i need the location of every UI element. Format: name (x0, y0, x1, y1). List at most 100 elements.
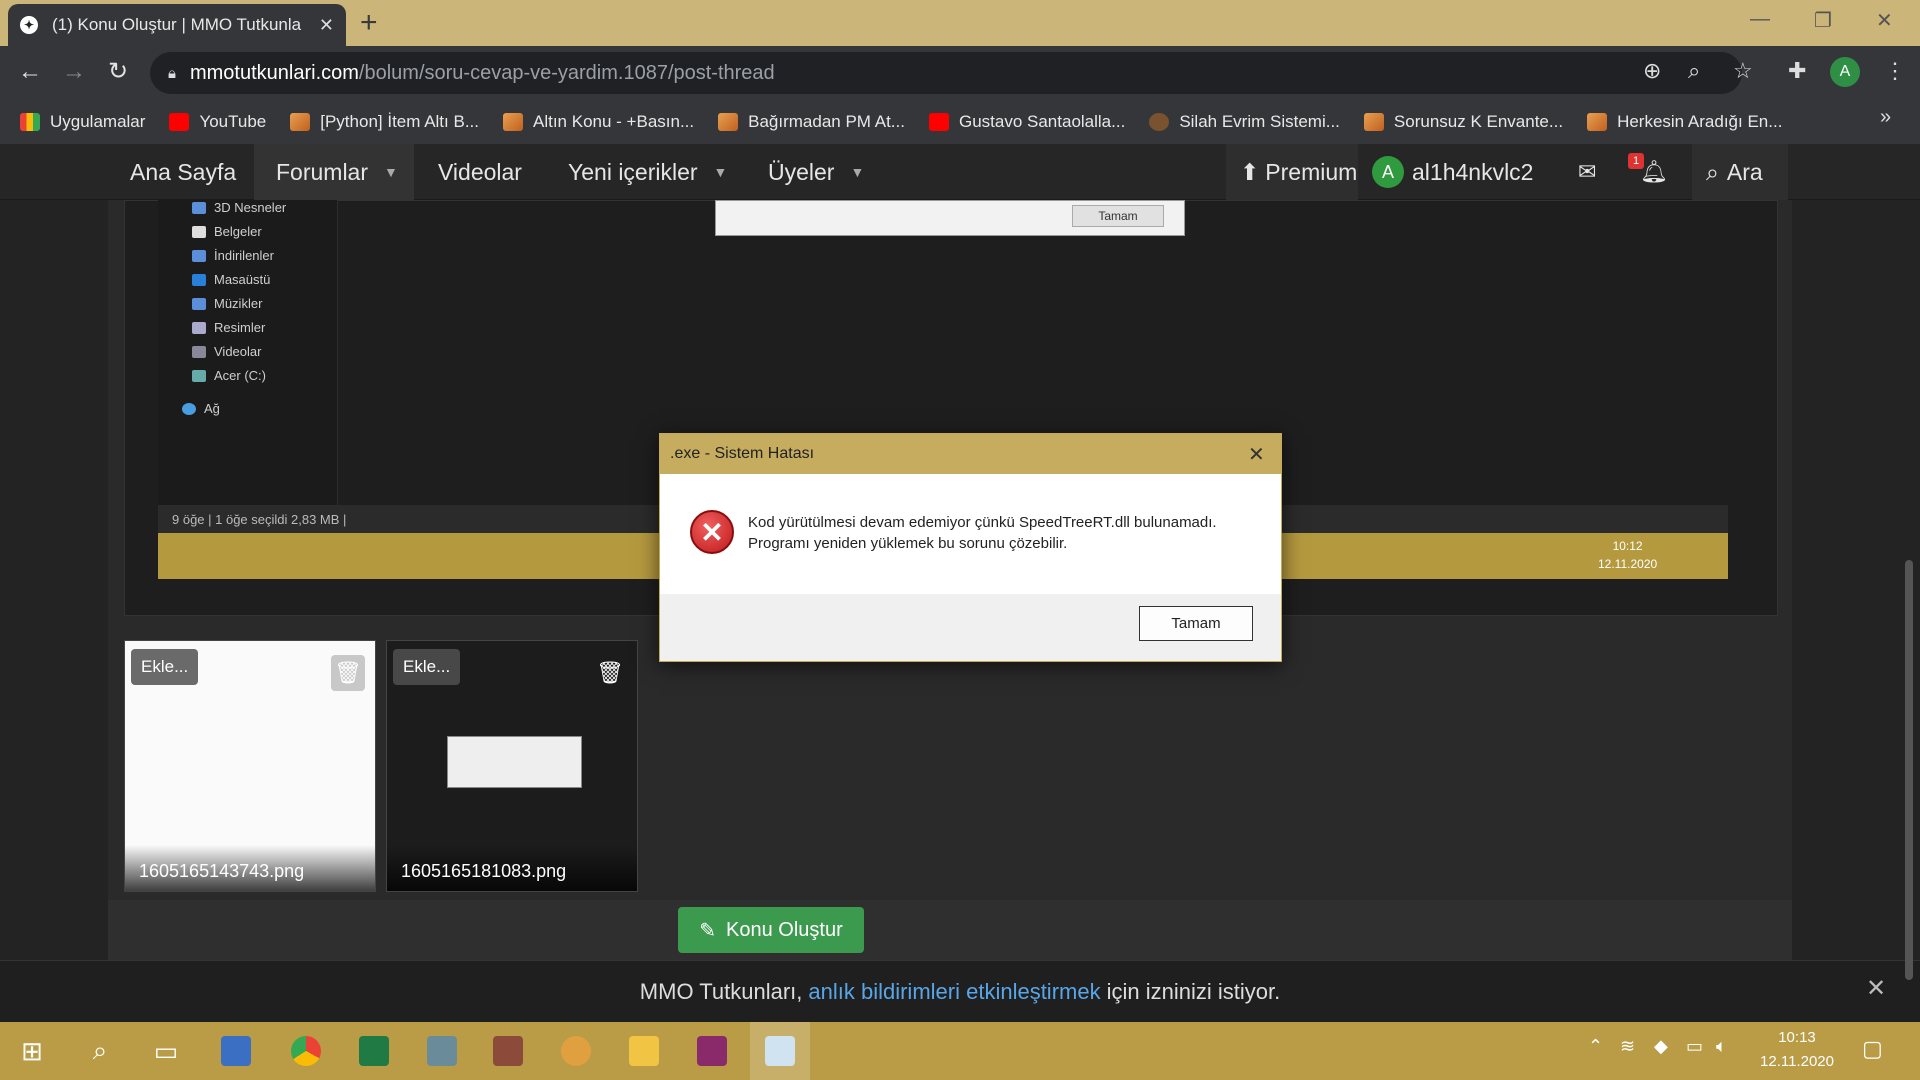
embedded-dialog: Tamam (715, 200, 1185, 236)
explorer-item: Belgeler (192, 224, 262, 239)
bookmark-item[interactable]: Gustavo Santaolalla... (928, 112, 1125, 132)
minimize-icon[interactable]: — (1750, 8, 1770, 31)
extensions-icon[interactable]: ✚ (1788, 58, 1806, 84)
music-icon (192, 297, 206, 310)
volume-icon[interactable]: 🔈︎ (1716, 1036, 1727, 1057)
reload-icon[interactable]: ↻ (108, 58, 128, 86)
dialog-close-icon[interactable]: ✕ (1248, 442, 1265, 467)
profile-avatar[interactable]: A (1830, 57, 1860, 87)
windows-start-icon[interactable]: ⊞ (2, 1022, 62, 1080)
attachment-thumb[interactable]: Ekle... 🗑︎ 1605165181083.png (386, 640, 638, 892)
browser-icon[interactable] (546, 1022, 606, 1080)
chevron-down-icon[interactable]: ▼ (850, 164, 864, 180)
tab-close-icon[interactable]: ✕ (319, 15, 334, 36)
chevron-down-icon[interactable]: ▼ (384, 164, 398, 180)
bookmark-item[interactable]: Herkesin Aradığı En... (1587, 112, 1782, 132)
excel-icon[interactable] (344, 1022, 404, 1080)
edit-icon: ✎ (699, 919, 717, 942)
close-icon[interactable]: ✕ (1866, 974, 1886, 1003)
bookmarks-overflow-icon[interactable]: » (1880, 106, 1891, 129)
action-center-icon[interactable]: ▢ (1862, 1036, 1883, 1062)
insert-button[interactable]: Ekle... (393, 649, 461, 685)
nav-premium[interactable]: ⬆ Premium (1226, 144, 1358, 200)
browser-tab[interactable]: ✦ (1) Konu Oluştur | MMO Tutkunla ✕ (8, 4, 346, 46)
bookmark-star-icon[interactable]: ☆ (1733, 58, 1753, 84)
battery-icon[interactable]: ▭ (1686, 1036, 1703, 1057)
error-icon: ✕ (690, 510, 734, 554)
chevron-down-icon[interactable]: ▼ (714, 164, 728, 180)
search-icon: ⌕ (1706, 158, 1719, 185)
restore-icon[interactable]: ❐ (1814, 8, 1832, 33)
folder-icon (192, 201, 206, 214)
explorer-item-label: Belgeler (214, 224, 262, 239)
attachment-thumb[interactable]: Ekle... 🗑︎ 1605165143743.png (124, 640, 376, 892)
bookmark-item[interactable]: [Python] İtem Altı B... (290, 112, 479, 132)
insert-button[interactable]: Ekle... (131, 649, 199, 685)
forward-icon[interactable]: → (62, 58, 86, 86)
menu-icon[interactable]: ⋮ (1884, 58, 1906, 84)
search-icon[interactable]: ⌕ (70, 1022, 130, 1080)
chrome-icon[interactable] (276, 1022, 336, 1080)
embedded-time: 10:12 (1612, 539, 1643, 553)
app-icon[interactable] (412, 1022, 472, 1080)
bookmark-item[interactable]: Sorunsuz K Envante... (1363, 112, 1564, 132)
bookmark-item[interactable]: Silah Evrim Sistemi... (1149, 112, 1340, 132)
notif-text-after: için izninizi istiyor. (1106, 978, 1281, 1004)
bookmark-item[interactable]: Bağırmadan PM At... (718, 112, 905, 132)
youtube-icon (928, 113, 949, 131)
address-bar[interactable]: 🔒︎ mmotutkunlari.com/bolum/soru-cevap-ve… (150, 52, 1742, 94)
clock-date: 12.11.2020 (1760, 1053, 1834, 1070)
nav-search[interactable]: ⌕ Ara (1692, 144, 1788, 200)
trash-icon[interactable]: 🗑︎ (331, 655, 365, 691)
explorer-item: Masaüstü (192, 272, 270, 287)
security-icon[interactable]: ◆ (1654, 1036, 1668, 1057)
nav-members-label: Üyeler (768, 158, 835, 185)
inbox-icon[interactable]: ✉ (1578, 144, 1596, 200)
window-close-icon[interactable]: ✕ (1876, 8, 1893, 33)
nav-new-content[interactable]: Yeni içerikler ▼ (568, 144, 727, 200)
new-tab-button[interactable]: + (360, 8, 378, 38)
explorer-item: İndirilenler (192, 248, 274, 263)
ok-button[interactable]: Tamam (1139, 606, 1253, 641)
dialog-message-line: Programı yeniden yüklemek bu sorunu çöze… (748, 535, 1068, 552)
clock-time: 10:13 (1778, 1029, 1816, 1046)
mmo-favicon-icon (1587, 113, 1608, 131)
task-view-icon[interactable]: ▭ (136, 1022, 196, 1080)
push-notification-banner: MMO Tutkunları, anlık bildirimleri etkin… (0, 960, 1920, 1022)
user-menu[interactable]: Aal1h4nkvlc2 (1372, 144, 1533, 200)
bookmark-item[interactable]: Uygulamalar (20, 112, 145, 132)
bookmark-item[interactable]: Altın Konu - +Basın... (503, 112, 694, 132)
create-thread-button[interactable]: ✎ Konu Oluştur (678, 907, 864, 953)
install-icon[interactable]: ⊕ (1643, 58, 1661, 84)
wifi-icon[interactable]: ≋ (1620, 1036, 1635, 1057)
taskbar-clock[interactable]: 10:13 12.11.2020 (1742, 1026, 1852, 1074)
zoom-icon[interactable]: ⌕ (1688, 58, 1700, 84)
bell-icon[interactable]: 🔔︎ (1640, 144, 1668, 200)
trash-icon[interactable]: 🗑︎ (593, 655, 627, 691)
url-path: /bolum/soru-cevap-ve-yardim.1087/post-th… (358, 61, 775, 84)
bookmark-label: Altın Konu - +Basın... (533, 112, 695, 131)
nav-forums-label: Forumlar (276, 158, 369, 185)
network-app-icon[interactable] (206, 1022, 266, 1080)
notif-text-before: MMO Tutkunları, (639, 978, 803, 1004)
enable-notifications-link[interactable]: anlık bildirimleri etkinleştirmek (808, 979, 1100, 1005)
bookmark-label: Sorunsuz K Envante... (1393, 112, 1564, 131)
nav-forums[interactable]: Forumlar ▼ (254, 144, 414, 200)
desktop-icon (192, 273, 206, 286)
window-app-icon[interactable] (750, 1022, 810, 1080)
explorer-item: Videolar (192, 344, 261, 359)
nav-members[interactable]: Üyeler ▼ (768, 144, 864, 200)
winrar-icon[interactable] (682, 1022, 742, 1080)
bookmark-label: Uygulamalar (50, 112, 146, 131)
nav-videos[interactable]: Videolar (438, 144, 522, 200)
chevron-up-icon[interactable]: ⌃ (1588, 1036, 1603, 1057)
game-icon[interactable] (478, 1022, 538, 1080)
dialog-message: Kod yürütülmesi devam edemiyor çünkü Spe… (748, 512, 1248, 554)
bookmark-item[interactable]: YouTube (169, 112, 266, 132)
back-icon[interactable]: ← (18, 58, 42, 86)
page-scrollbar[interactable] (1905, 560, 1913, 980)
file-explorer-icon[interactable] (614, 1022, 674, 1080)
nav-home[interactable]: Ana Sayfa (130, 144, 236, 200)
embedded-date: 12.11.2020 (1598, 557, 1658, 571)
bookmark-label: [Python] İtem Altı B... (320, 112, 479, 131)
